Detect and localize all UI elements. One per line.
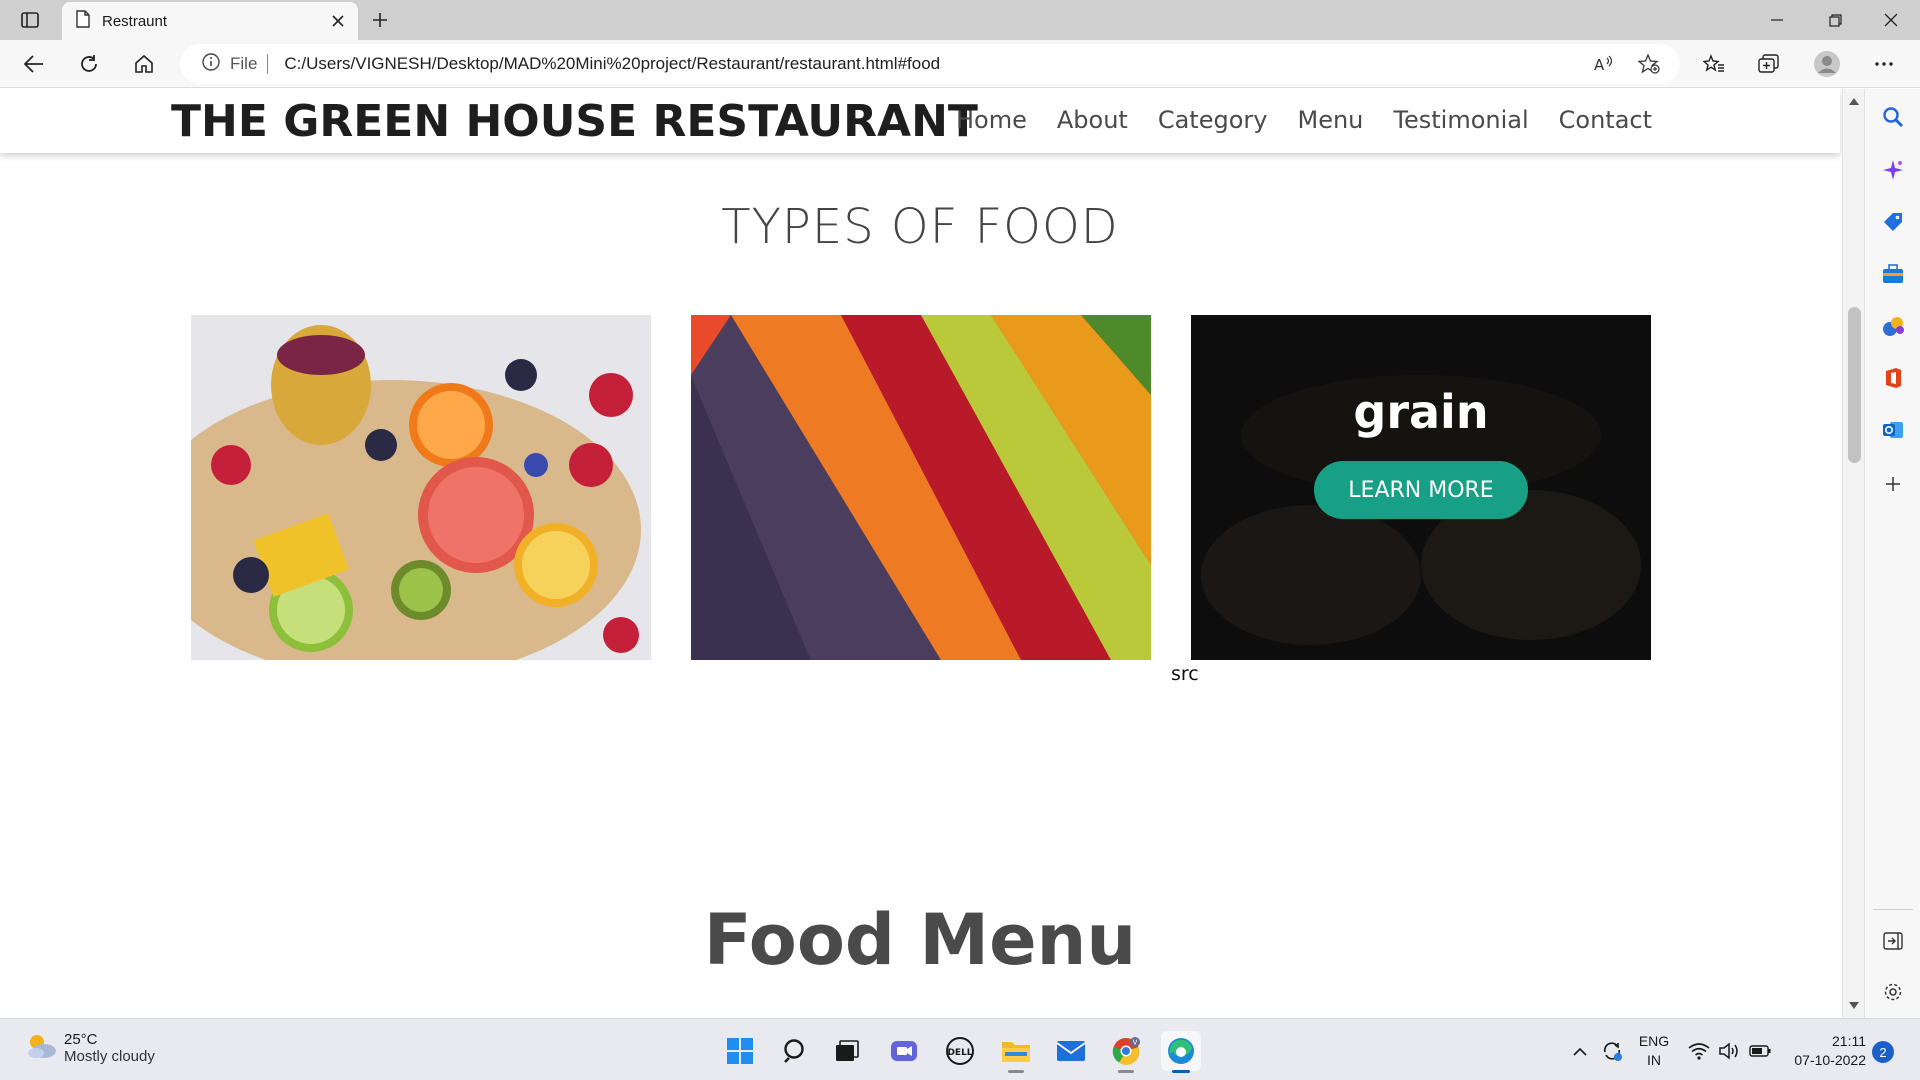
types-of-food-heading: TYPES OF FOOD bbox=[721, 199, 1119, 255]
running-indicator bbox=[1118, 1070, 1134, 1073]
notification-count-badge[interactable]: 2 bbox=[1872, 1041, 1894, 1063]
back-icon[interactable] bbox=[18, 48, 50, 80]
svg-text:A: A bbox=[1594, 56, 1605, 73]
tab-actions-icon[interactable] bbox=[14, 8, 46, 32]
taskbar-search-icon[interactable] bbox=[776, 1031, 816, 1071]
show-hidden-icons-chevron-icon[interactable] bbox=[1568, 1031, 1592, 1071]
chrome-icon[interactable]: V bbox=[1106, 1031, 1146, 1073]
refresh-icon[interactable] bbox=[73, 48, 105, 80]
food-card-fruits[interactable] bbox=[191, 315, 651, 660]
running-indicator bbox=[1008, 1070, 1024, 1073]
page-scrollbar[interactable] bbox=[1842, 89, 1864, 1018]
close-tab-icon[interactable] bbox=[328, 11, 348, 31]
scroll-up-arrow-icon[interactable] bbox=[1848, 95, 1860, 107]
windows-taskbar: 25°C Mostly cloudy DELL V ENG IN 21:11 0… bbox=[0, 1018, 1920, 1080]
site-logo[interactable]: THE GREEN HOUSE RESTAURANT bbox=[171, 96, 978, 147]
stray-src-text: src bbox=[1171, 663, 1199, 685]
tab-strip: Restraunt bbox=[0, 0, 1920, 40]
page-viewport: THE GREEN HOUSE RESTAURANT Home About Ca… bbox=[0, 89, 1842, 1018]
profile-avatar[interactable] bbox=[1811, 48, 1843, 80]
volume-icon[interactable] bbox=[1716, 1031, 1742, 1071]
food-menu-heading: Food Menu bbox=[703, 899, 1137, 981]
clock[interactable]: 21:11 07-10-2022 bbox=[1782, 1031, 1866, 1071]
mail-icon[interactable] bbox=[1051, 1031, 1091, 1071]
clock-time: 21:11 bbox=[1832, 1033, 1866, 1049]
settings-gear-icon[interactable] bbox=[1879, 978, 1907, 1006]
cloudy-weather-icon bbox=[24, 1031, 58, 1065]
sync-icon[interactable] bbox=[1598, 1031, 1626, 1071]
food-card-grain[interactable]: grain LEARN MORE bbox=[1191, 315, 1651, 660]
food-card-vegetables[interactable] bbox=[691, 315, 1151, 660]
grain-card-title: grain bbox=[1353, 385, 1489, 439]
weather-temperature: 25°C bbox=[64, 1031, 98, 1048]
weather-widget[interactable]: 25°C Mostly cloudy bbox=[24, 1031, 155, 1065]
weather-condition: Mostly cloudy bbox=[64, 1048, 155, 1065]
nav-category-link[interactable]: Category bbox=[1158, 106, 1268, 134]
nav-menu-link[interactable]: Menu bbox=[1297, 106, 1363, 134]
vegetable-rows-image bbox=[691, 315, 1151, 660]
games-icon[interactable] bbox=[1879, 312, 1907, 340]
new-tab-icon[interactable] bbox=[366, 6, 394, 34]
add-favorite-icon[interactable] bbox=[1633, 52, 1665, 76]
svg-text:DELL: DELL bbox=[947, 1048, 972, 1058]
language-indicator[interactable]: ENG IN bbox=[1630, 1031, 1678, 1071]
wifi-icon[interactable] bbox=[1686, 1031, 1712, 1071]
teams-chat-icon[interactable] bbox=[884, 1031, 924, 1071]
main-nav: Home About Category Menu Testimonial Con… bbox=[956, 106, 1652, 134]
scroll-down-arrow-icon[interactable] bbox=[1848, 999, 1860, 1011]
outlook-icon[interactable] bbox=[1879, 416, 1907, 444]
svg-text:V: V bbox=[1133, 1039, 1138, 1047]
page-icon bbox=[76, 10, 90, 32]
edge-icon[interactable] bbox=[1161, 1031, 1201, 1073]
favorites-icon[interactable] bbox=[1698, 48, 1730, 80]
url-text[interactable]: C:/Users/VIGNESH/Desktop/MAD%20Mini%20pr… bbox=[284, 54, 940, 74]
start-windows-icon[interactable] bbox=[720, 1031, 760, 1071]
minimize-icon[interactable] bbox=[1748, 0, 1806, 40]
office-icon[interactable] bbox=[1879, 364, 1907, 392]
grain-card-overlay: grain LEARN MORE bbox=[1191, 315, 1651, 660]
more-options-icon[interactable] bbox=[1868, 48, 1900, 80]
address-bar[interactable]: File C:/Users/VIGNESH/Desktop/MAD%20Mini… bbox=[180, 44, 1680, 84]
tab-title: Restraunt bbox=[102, 12, 168, 30]
nav-about-link[interactable]: About bbox=[1057, 106, 1128, 134]
task-view-icon[interactable] bbox=[827, 1031, 867, 1071]
hide-sidebar-icon[interactable] bbox=[1879, 927, 1907, 955]
tools-briefcase-icon[interactable] bbox=[1879, 260, 1907, 288]
read-aloud-icon[interactable]: A bbox=[1588, 52, 1620, 76]
battery-icon[interactable] bbox=[1746, 1031, 1774, 1071]
restore-icon[interactable] bbox=[1806, 0, 1864, 40]
fruit-platter-image bbox=[191, 315, 651, 660]
browser-toolbar: File C:/Users/VIGNESH/Desktop/MAD%20Mini… bbox=[0, 40, 1920, 88]
clock-date: 07-10-2022 bbox=[1794, 1052, 1866, 1068]
learn-more-button[interactable]: LEARN MORE bbox=[1314, 461, 1528, 519]
dell-app-icon[interactable]: DELL bbox=[940, 1031, 980, 1071]
search-icon[interactable] bbox=[1879, 103, 1907, 131]
browser-tab[interactable]: Restraunt bbox=[62, 2, 358, 40]
sidebar-divider bbox=[1873, 909, 1913, 910]
nav-home-link[interactable]: Home bbox=[956, 106, 1027, 134]
info-icon[interactable] bbox=[202, 53, 220, 75]
nav-contact-link[interactable]: Contact bbox=[1559, 106, 1652, 134]
scroll-thumb[interactable] bbox=[1848, 307, 1861, 463]
omnibox-divider bbox=[267, 54, 269, 74]
url-scheme: File bbox=[230, 54, 258, 73]
language-code: ENG bbox=[1638, 1033, 1670, 1049]
add-sidebar-app-icon[interactable] bbox=[1879, 470, 1907, 498]
active-indicator bbox=[1172, 1070, 1190, 1073]
nav-testimonial-link[interactable]: Testimonial bbox=[1393, 106, 1528, 134]
shopping-tag-icon[interactable] bbox=[1879, 208, 1907, 236]
home-icon[interactable] bbox=[128, 48, 160, 80]
site-header: THE GREEN HOUSE RESTAURANT Home About Ca… bbox=[0, 89, 1840, 153]
file-explorer-icon[interactable] bbox=[996, 1031, 1036, 1073]
region-code: IN bbox=[1647, 1052, 1661, 1068]
close-window-icon[interactable] bbox=[1862, 0, 1920, 40]
discover-sparkle-icon[interactable] bbox=[1879, 156, 1907, 184]
collections-icon[interactable] bbox=[1753, 48, 1785, 80]
edge-sidebar bbox=[1864, 89, 1920, 1018]
